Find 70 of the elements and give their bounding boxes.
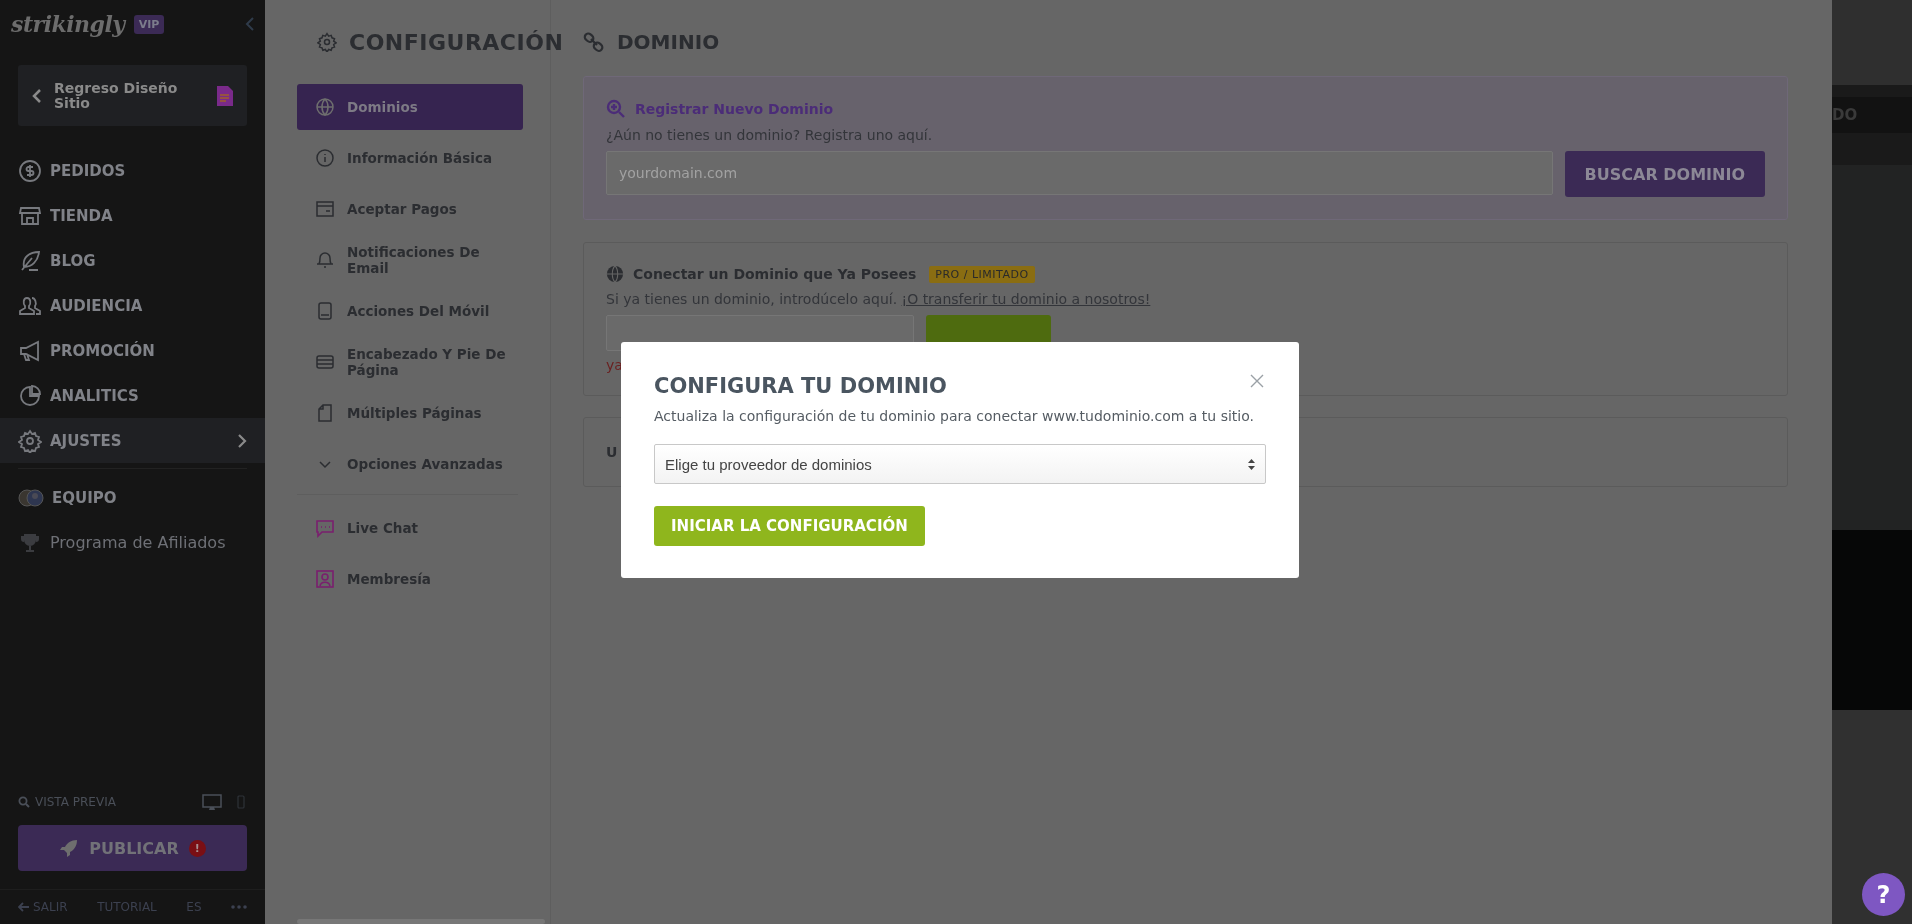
settings-nav-item[interactable]: Dominios xyxy=(297,84,523,130)
tutorial-link[interactable]: TUTORIAL xyxy=(97,900,157,914)
dialog-title: CONFIGURA TU DOMINIO xyxy=(654,374,947,398)
avatars-icon xyxy=(18,487,44,508)
logo: strikingly xyxy=(11,11,125,37)
settings-nav-item[interactable]: Opciones Avanzadas xyxy=(297,441,523,487)
settings-nav-item[interactable]: Notificaciones De Email xyxy=(297,237,523,283)
settings-icon xyxy=(18,428,42,453)
settings-title: CONFIGURACIÓN xyxy=(349,29,564,55)
rocket-icon xyxy=(59,838,80,858)
dialog-text: Actualiza la configuración de tu dominio para conectar www.tudominio.com a tu sitio. xyxy=(654,408,1255,424)
settings-nav-item[interactable]: Membresía xyxy=(297,556,523,602)
back-button[interactable]: Regreso Diseño Sitio xyxy=(18,65,247,126)
sidebar-item[interactable]: PROMOCIÓN xyxy=(0,328,265,373)
affiliate-item[interactable]: Programa de Afiliados xyxy=(0,520,265,565)
stack-icon xyxy=(315,352,335,372)
phone-icon xyxy=(315,301,335,321)
back-icon xyxy=(32,88,42,103)
more-icon[interactable] xyxy=(231,905,247,909)
provider-select[interactable]: Elige tu proveedor de dominios xyxy=(654,444,1266,484)
chevron-icon xyxy=(237,432,247,449)
settings-nav-item[interactable]: Múltiples Páginas xyxy=(297,390,523,436)
language-link[interactable]: ES xyxy=(186,900,202,914)
close-icon[interactable] xyxy=(1250,374,1264,388)
search-icon xyxy=(18,796,30,808)
domain-input[interactable]: yourdomain.com xyxy=(606,151,1553,195)
settings-nav-item[interactable]: Aceptar Pagos xyxy=(297,186,523,232)
link-icon xyxy=(583,31,605,53)
exit-link[interactable]: SALIR xyxy=(18,900,68,914)
pie-chart-icon xyxy=(18,383,42,408)
megaphone-icon xyxy=(18,338,42,363)
settings-nav-item[interactable]: Acciones Del Móvil xyxy=(297,288,523,334)
desktop-icon[interactable] xyxy=(202,793,222,811)
info-icon xyxy=(315,148,335,168)
sidebar-item[interactable]: ANALITICS xyxy=(0,373,265,418)
sidebar-item[interactable]: TIENDA xyxy=(0,193,265,238)
settings-icon xyxy=(317,32,337,52)
collapse-icon[interactable] xyxy=(245,16,255,32)
team-item[interactable]: EQUIPO xyxy=(0,475,265,520)
settings-nav-item[interactable]: Live Chat xyxy=(297,505,523,551)
person-icon xyxy=(315,569,335,589)
publish-button[interactable]: PUBLICAR ! xyxy=(18,825,247,871)
globe-icon xyxy=(606,265,624,283)
sidebar-item[interactable]: BLOG xyxy=(0,238,265,283)
dollar-icon xyxy=(18,158,42,183)
card-icon xyxy=(315,199,335,219)
page-icon xyxy=(315,403,335,423)
globe-icon xyxy=(315,97,335,117)
chat-icon xyxy=(315,518,335,538)
settings-nav-item[interactable]: Información Básica xyxy=(297,135,523,181)
domain-title: DOMINIO xyxy=(617,30,720,54)
start-setup-button[interactable]: INICIAR LA CONFIGURACIÓN xyxy=(654,506,925,546)
feather-icon xyxy=(18,248,42,273)
mobile-icon[interactable] xyxy=(237,795,245,809)
search-domain-button[interactable]: BUSCAR DOMINIO xyxy=(1564,151,1765,197)
alert-badge: ! xyxy=(188,839,206,857)
sidebar-item[interactable]: PEDIDOS xyxy=(0,148,265,193)
pro-badge: PRO / LIMITADO xyxy=(929,265,1035,283)
zoom-in-icon xyxy=(606,99,626,119)
sidebar-item[interactable]: AUDIENCIA xyxy=(0,283,265,328)
connect-heading: Conectar un Dominio que Ya Posees xyxy=(633,266,917,282)
bell-icon xyxy=(315,250,335,270)
settings-nav-item[interactable]: Encabezado Y Pie De Página xyxy=(297,339,523,385)
card-label: U xyxy=(606,444,618,460)
preview-label[interactable]: VISTA PREVIA xyxy=(35,795,116,809)
document-icon xyxy=(217,85,233,106)
sidebar-item[interactable]: AJUSTES xyxy=(0,418,265,463)
vip-badge: VIP xyxy=(133,14,165,34)
arrow-left-icon xyxy=(18,902,30,912)
sort-icon xyxy=(1248,458,1255,470)
